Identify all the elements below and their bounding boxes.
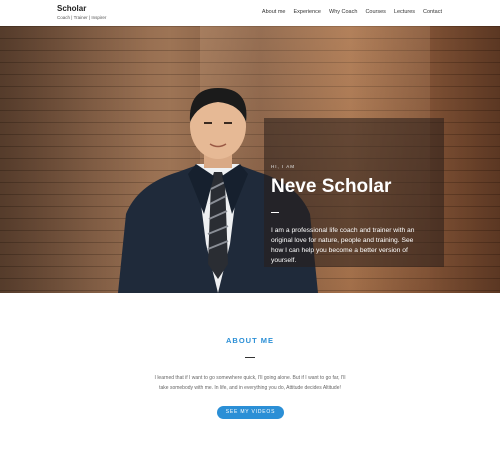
about-text: I learned that if I want to go somewhere… [154, 375, 346, 391]
nav-item-why-coach[interactable]: Why Coach [329, 9, 357, 15]
brand-tagline: Coach | Trainer | Inspirer [57, 15, 107, 20]
nav-item-experience[interactable]: Experience [293, 9, 321, 15]
about-divider [245, 357, 255, 358]
about-title: ABOUT ME [226, 336, 274, 345]
see-my-videos-button[interactable]: SEE MY VIDEOS [217, 406, 284, 419]
hero-bio: I am a professional life coach and train… [271, 227, 415, 264]
nav-item-lectures[interactable]: Lectures [394, 9, 415, 15]
nav-item-about-me[interactable]: About me [262, 9, 286, 15]
brand[interactable]: Scholar Coach | Trainer | Inspirer [57, 4, 106, 22]
site-header: Scholar Coach | Trainer | Inspirer About… [0, 0, 500, 26]
hero-divider [271, 212, 279, 213]
brand-title[interactable]: Scholar [57, 4, 106, 14]
nav-item-courses[interactable]: Courses [365, 9, 385, 15]
nav-item-contact[interactable]: Contact [423, 9, 442, 15]
main-nav: About me Experience Why Coach Courses Le… [262, 9, 442, 15]
hero-greeting: HI, I AM [271, 164, 296, 169]
hero-name: Neve Scholar [271, 176, 392, 197]
